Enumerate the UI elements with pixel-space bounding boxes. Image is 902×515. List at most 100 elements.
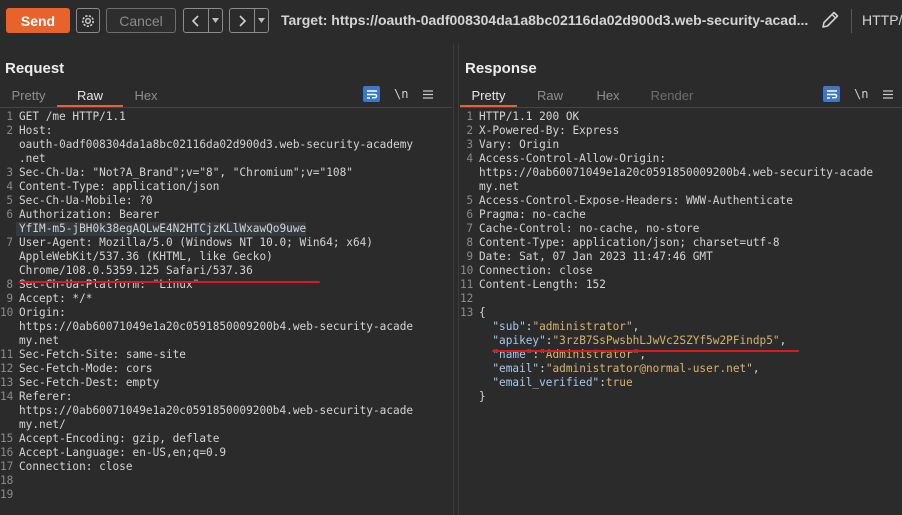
cancel-button[interactable]: Cancel <box>106 8 176 33</box>
line-number: 1 <box>466 110 473 123</box>
json-key: "sub" <box>492 320 526 333</box>
request-code-line: .net <box>0 152 452 166</box>
line-number: 13 <box>460 306 474 319</box>
json-comma: , <box>632 320 640 333</box>
line-text: { <box>479 306 486 319</box>
response-code-line: "email":"administrator@normal-user.net", <box>460 362 902 376</box>
back-history-dropdown[interactable] <box>209 9 222 32</box>
show-newlines-toggle[interactable]: \n <box>394 87 408 101</box>
request-code-line: 13 Sec-Fetch-Dest: empty <box>0 376 452 390</box>
forward-history-dropdown[interactable] <box>255 9 268 32</box>
response-code-line: 10 Connection: close <box>460 264 902 278</box>
response-title: Response <box>465 60 537 77</box>
line-text <box>16 488 19 502</box>
hamburger-menu-icon[interactable] <box>422 89 434 100</box>
request-code-line: https://0ab60071049e1a20c0591850009200b4… <box>0 404 452 418</box>
line-number <box>0 320 16 334</box>
line-text: "email":"administrator@normal-user.net", <box>476 362 760 376</box>
request-tabs: Pretty Raw Hex <box>0 85 169 107</box>
request-title: Request <box>5 60 65 77</box>
line-text: User-Agent: Mozilla/5.0 (Windows NT 10.0… <box>19 236 373 249</box>
json-value: true <box>605 376 633 389</box>
json-colon: : <box>599 376 606 389</box>
line-number: 4 <box>6 180 13 193</box>
line-text: Referer: <box>19 390 73 403</box>
apikey-red-underline <box>492 350 799 352</box>
request-code-line: 18 <box>0 474 452 488</box>
wrap-lines-icon <box>826 89 837 99</box>
response-code-line: 11 Content-Length: 152 <box>460 278 902 292</box>
request-code-line: 19 <box>0 488 452 502</box>
line-text: Accept-Encoding: gzip, deflate <box>19 432 220 445</box>
line-number: 16 <box>0 446 14 459</box>
hamburger-menu-icon[interactable] <box>882 89 894 100</box>
request-code-line: 3 Sec-Ch-Ua: "Not?A_Brand";v="8", "Chromi… <box>0 166 452 180</box>
line-text: Connection: close <box>19 460 133 473</box>
line-number <box>460 180 476 194</box>
line-text: "sub":"administrator", <box>476 320 639 334</box>
line-number: 14 <box>0 390 14 403</box>
request-pane: Request Pretty Raw Hex \n 1 GET /me HTTP/… <box>0 44 452 515</box>
line-text: Sec-Fetch-Mode: cors <box>19 362 153 375</box>
word-wrap-toggle[interactable] <box>823 86 840 102</box>
caret-down-icon <box>258 18 265 23</box>
response-code-line: "sub":"administrator", <box>460 320 902 334</box>
line-text: Access-Control-Expose-Headers: WWW-Authe… <box>479 194 793 207</box>
response-code-line: 9 Date: Sat, 07 Jan 2023 11:47:46 GMT <box>460 250 902 264</box>
request-code-line: 4 Content-Type: application/json <box>0 180 452 194</box>
response-code-line: 2 X-Powered-By: Express <box>460 124 902 138</box>
line-number: 3 <box>6 166 13 179</box>
token-red-underline <box>19 281 320 283</box>
request-code-line: Chrome/108.0.5359.125 Safari/537.36 <box>0 264 452 278</box>
tab-response-hex[interactable]: Hex <box>583 85 633 107</box>
show-newlines-toggle[interactable]: \n <box>854 87 868 101</box>
response-code-line: "email_verified":true <box>460 376 902 390</box>
chevron-right-icon <box>239 14 247 27</box>
json-colon: : <box>539 362 546 375</box>
line-number <box>0 152 16 166</box>
line-number <box>0 222 16 236</box>
protocol-label[interactable]: HTTP/ <box>862 12 902 28</box>
json-value: "3rzB7SsPwsbhLJwVc2SZYf5w2PFindp5" <box>552 334 780 347</box>
tab-request-pretty[interactable]: Pretty <box>0 85 57 107</box>
settings-gear-button[interactable] <box>76 8 100 33</box>
forward-button[interactable] <box>230 9 255 32</box>
line-text: https://0ab60071049e1a20c0591850009200b4… <box>19 320 414 333</box>
line-text: Authorization: Bearer <box>19 208 160 221</box>
response-editor-tools: \n <box>823 86 894 102</box>
wrap-lines-icon <box>366 89 377 99</box>
line-text: Content-Length: 152 <box>479 278 606 291</box>
line-number: 1 <box>6 110 13 123</box>
line-number: 11 <box>0 348 14 361</box>
line-number: 15 <box>0 432 14 445</box>
tab-request-raw[interactable]: Raw <box>57 85 123 107</box>
line-number: 9 <box>6 292 13 305</box>
tab-response-pretty[interactable]: Pretty <box>460 85 517 107</box>
tab-response-render[interactable]: Render <box>633 85 711 107</box>
request-code-line: 15 Accept-Encoding: gzip, deflate <box>0 432 452 446</box>
line-number <box>460 166 476 180</box>
json-value: "administrator" <box>532 320 633 333</box>
tab-response-raw[interactable]: Raw <box>517 85 583 107</box>
json-comma: , <box>779 334 787 347</box>
line-number <box>460 348 476 362</box>
request-code-line: https://0ab60071049e1a20c0591850009200b4… <box>0 320 452 334</box>
line-number: 7 <box>466 222 473 235</box>
request-editor[interactable]: 1 GET /me HTTP/1.1 2 Host: oauth-0adf008304d… <box>0 110 452 515</box>
edit-target-button[interactable] <box>819 9 841 31</box>
pane-splitter[interactable] <box>453 44 459 515</box>
line-text: AppleWebKit/537.36 (KHTML, like Gecko) <box>19 250 273 263</box>
json-comma: , <box>752 362 760 375</box>
gear-icon <box>82 14 94 27</box>
request-code-line: 7 User-Agent: Mozilla/5.0 (Windows NT 10.… <box>0 236 452 250</box>
line-text: Accept-Language: en-US,en;q=0.9 <box>19 446 227 459</box>
send-button[interactable]: Send <box>6 8 70 33</box>
word-wrap-toggle[interactable] <box>363 86 380 102</box>
request-code-line: AppleWebKit/537.36 (KHTML, like Gecko) <box>0 250 452 264</box>
back-button[interactable] <box>184 9 209 32</box>
tab-request-hex[interactable]: Hex <box>123 85 169 107</box>
back-nav-group <box>183 8 223 33</box>
request-code-line: 6 Authorization: Bearer <box>0 208 452 222</box>
response-editor[interactable]: 1 HTTP/1.1 200 OK 2 X-Powered-By: Express 3 V… <box>460 110 902 515</box>
response-tabs: Pretty Raw Hex Render <box>460 85 711 107</box>
